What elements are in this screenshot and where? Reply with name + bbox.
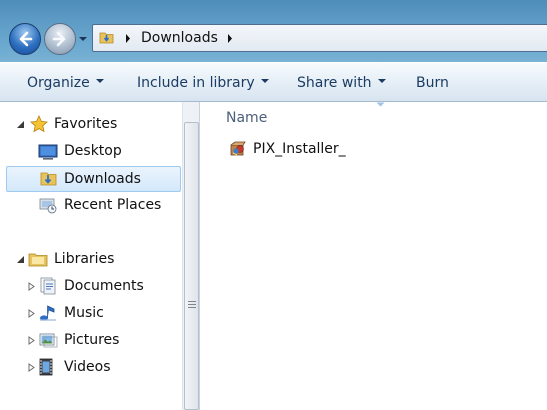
- downloads-folder-icon: [99, 32, 114, 44]
- file-list-pane: Name PIX_Installer_: [200, 102, 547, 410]
- command-bar: Organize Include in library Share with B…: [0, 62, 547, 102]
- nav-music[interactable]: Music: [0, 301, 182, 327]
- back-arrow-icon: [19, 31, 33, 47]
- videos-icon: [39, 358, 53, 376]
- nav-downloads-label: Downloads: [64, 171, 141, 187]
- chevron-down-icon: [95, 79, 104, 83]
- breadcrumb-separator-icon[interactable]: [125, 34, 131, 43]
- share-with-button[interactable]: Share with: [297, 75, 386, 91]
- nav-downloads[interactable]: Downloads: [6, 166, 181, 192]
- navigation-pane-scrollbar[interactable]: [182, 102, 200, 410]
- organize-label: Organize: [27, 75, 90, 91]
- libraries-icon: [28, 253, 48, 267]
- organize-button[interactable]: Organize: [27, 75, 104, 91]
- installer-icon: [230, 141, 246, 156]
- nav-videos[interactable]: Videos: [0, 355, 182, 381]
- scrollbar-grip-icon: [188, 301, 196, 309]
- file-row[interactable]: PIX_Installer_: [226, 138, 426, 160]
- nav-favorites-label: Favorites: [54, 116, 118, 132]
- nav-desktop[interactable]: Desktop: [0, 139, 182, 165]
- column-header-name[interactable]: Name: [226, 110, 267, 126]
- nav-recent-places-label: Recent Places: [64, 197, 162, 213]
- burn-label: Burn: [416, 75, 449, 91]
- music-icon: [40, 305, 56, 321]
- scrollbar-thumb[interactable]: [184, 122, 199, 410]
- collapsed-triangle-icon[interactable]: [27, 282, 36, 291]
- file-name: PIX_Installer_: [253, 141, 346, 157]
- nav-documents[interactable]: Documents: [0, 274, 182, 300]
- breadcrumb-downloads[interactable]: Downloads: [141, 30, 218, 46]
- expanded-triangle-icon[interactable]: [16, 120, 25, 129]
- nav-pictures-label: Pictures: [64, 332, 120, 348]
- nav-recent-places[interactable]: Recent Places: [0, 193, 182, 219]
- collapsed-triangle-icon[interactable]: [27, 309, 36, 318]
- collapsed-triangle-icon[interactable]: [27, 363, 36, 372]
- recent-pages-dropdown-icon[interactable]: [78, 35, 88, 43]
- burn-button[interactable]: Burn: [416, 75, 449, 91]
- pictures-icon: [39, 333, 58, 348]
- address-bar[interactable]: Downloads: [92, 24, 547, 52]
- downloads-folder-icon: [40, 172, 57, 186]
- include-in-library-label: Include in library: [137, 75, 255, 91]
- include-in-library-button[interactable]: Include in library: [137, 75, 269, 91]
- nav-libraries[interactable]: Libraries: [0, 247, 182, 273]
- nav-videos-label: Videos: [64, 359, 111, 375]
- breadcrumb-chevron-icon[interactable]: [227, 34, 233, 43]
- navigation-pane: Favorites Desktop Downloads Recent Place…: [0, 102, 182, 410]
- recent-places-icon: [39, 198, 57, 214]
- expanded-triangle-icon[interactable]: [16, 255, 25, 264]
- nav-documents-label: Documents: [64, 278, 144, 294]
- chevron-down-icon: [260, 79, 269, 83]
- window-titlebar: Downloads: [0, 0, 547, 62]
- share-with-label: Share with: [297, 75, 372, 91]
- star-icon: [30, 115, 48, 133]
- nav-libraries-label: Libraries: [54, 251, 115, 267]
- forward-button[interactable]: [44, 23, 76, 55]
- forward-arrow-icon: [52, 31, 66, 47]
- nav-favorites[interactable]: Favorites: [0, 112, 182, 138]
- nav-pictures[interactable]: Pictures: [0, 328, 182, 354]
- desktop-icon: [38, 144, 58, 160]
- documents-icon: [40, 277, 56, 295]
- chevron-down-icon: [377, 79, 386, 83]
- back-button[interactable]: [9, 23, 41, 55]
- sort-indicator-icon: [376, 102, 385, 107]
- nav-music-label: Music: [64, 305, 104, 321]
- nav-desktop-label: Desktop: [64, 143, 122, 159]
- collapsed-triangle-icon[interactable]: [27, 336, 36, 345]
